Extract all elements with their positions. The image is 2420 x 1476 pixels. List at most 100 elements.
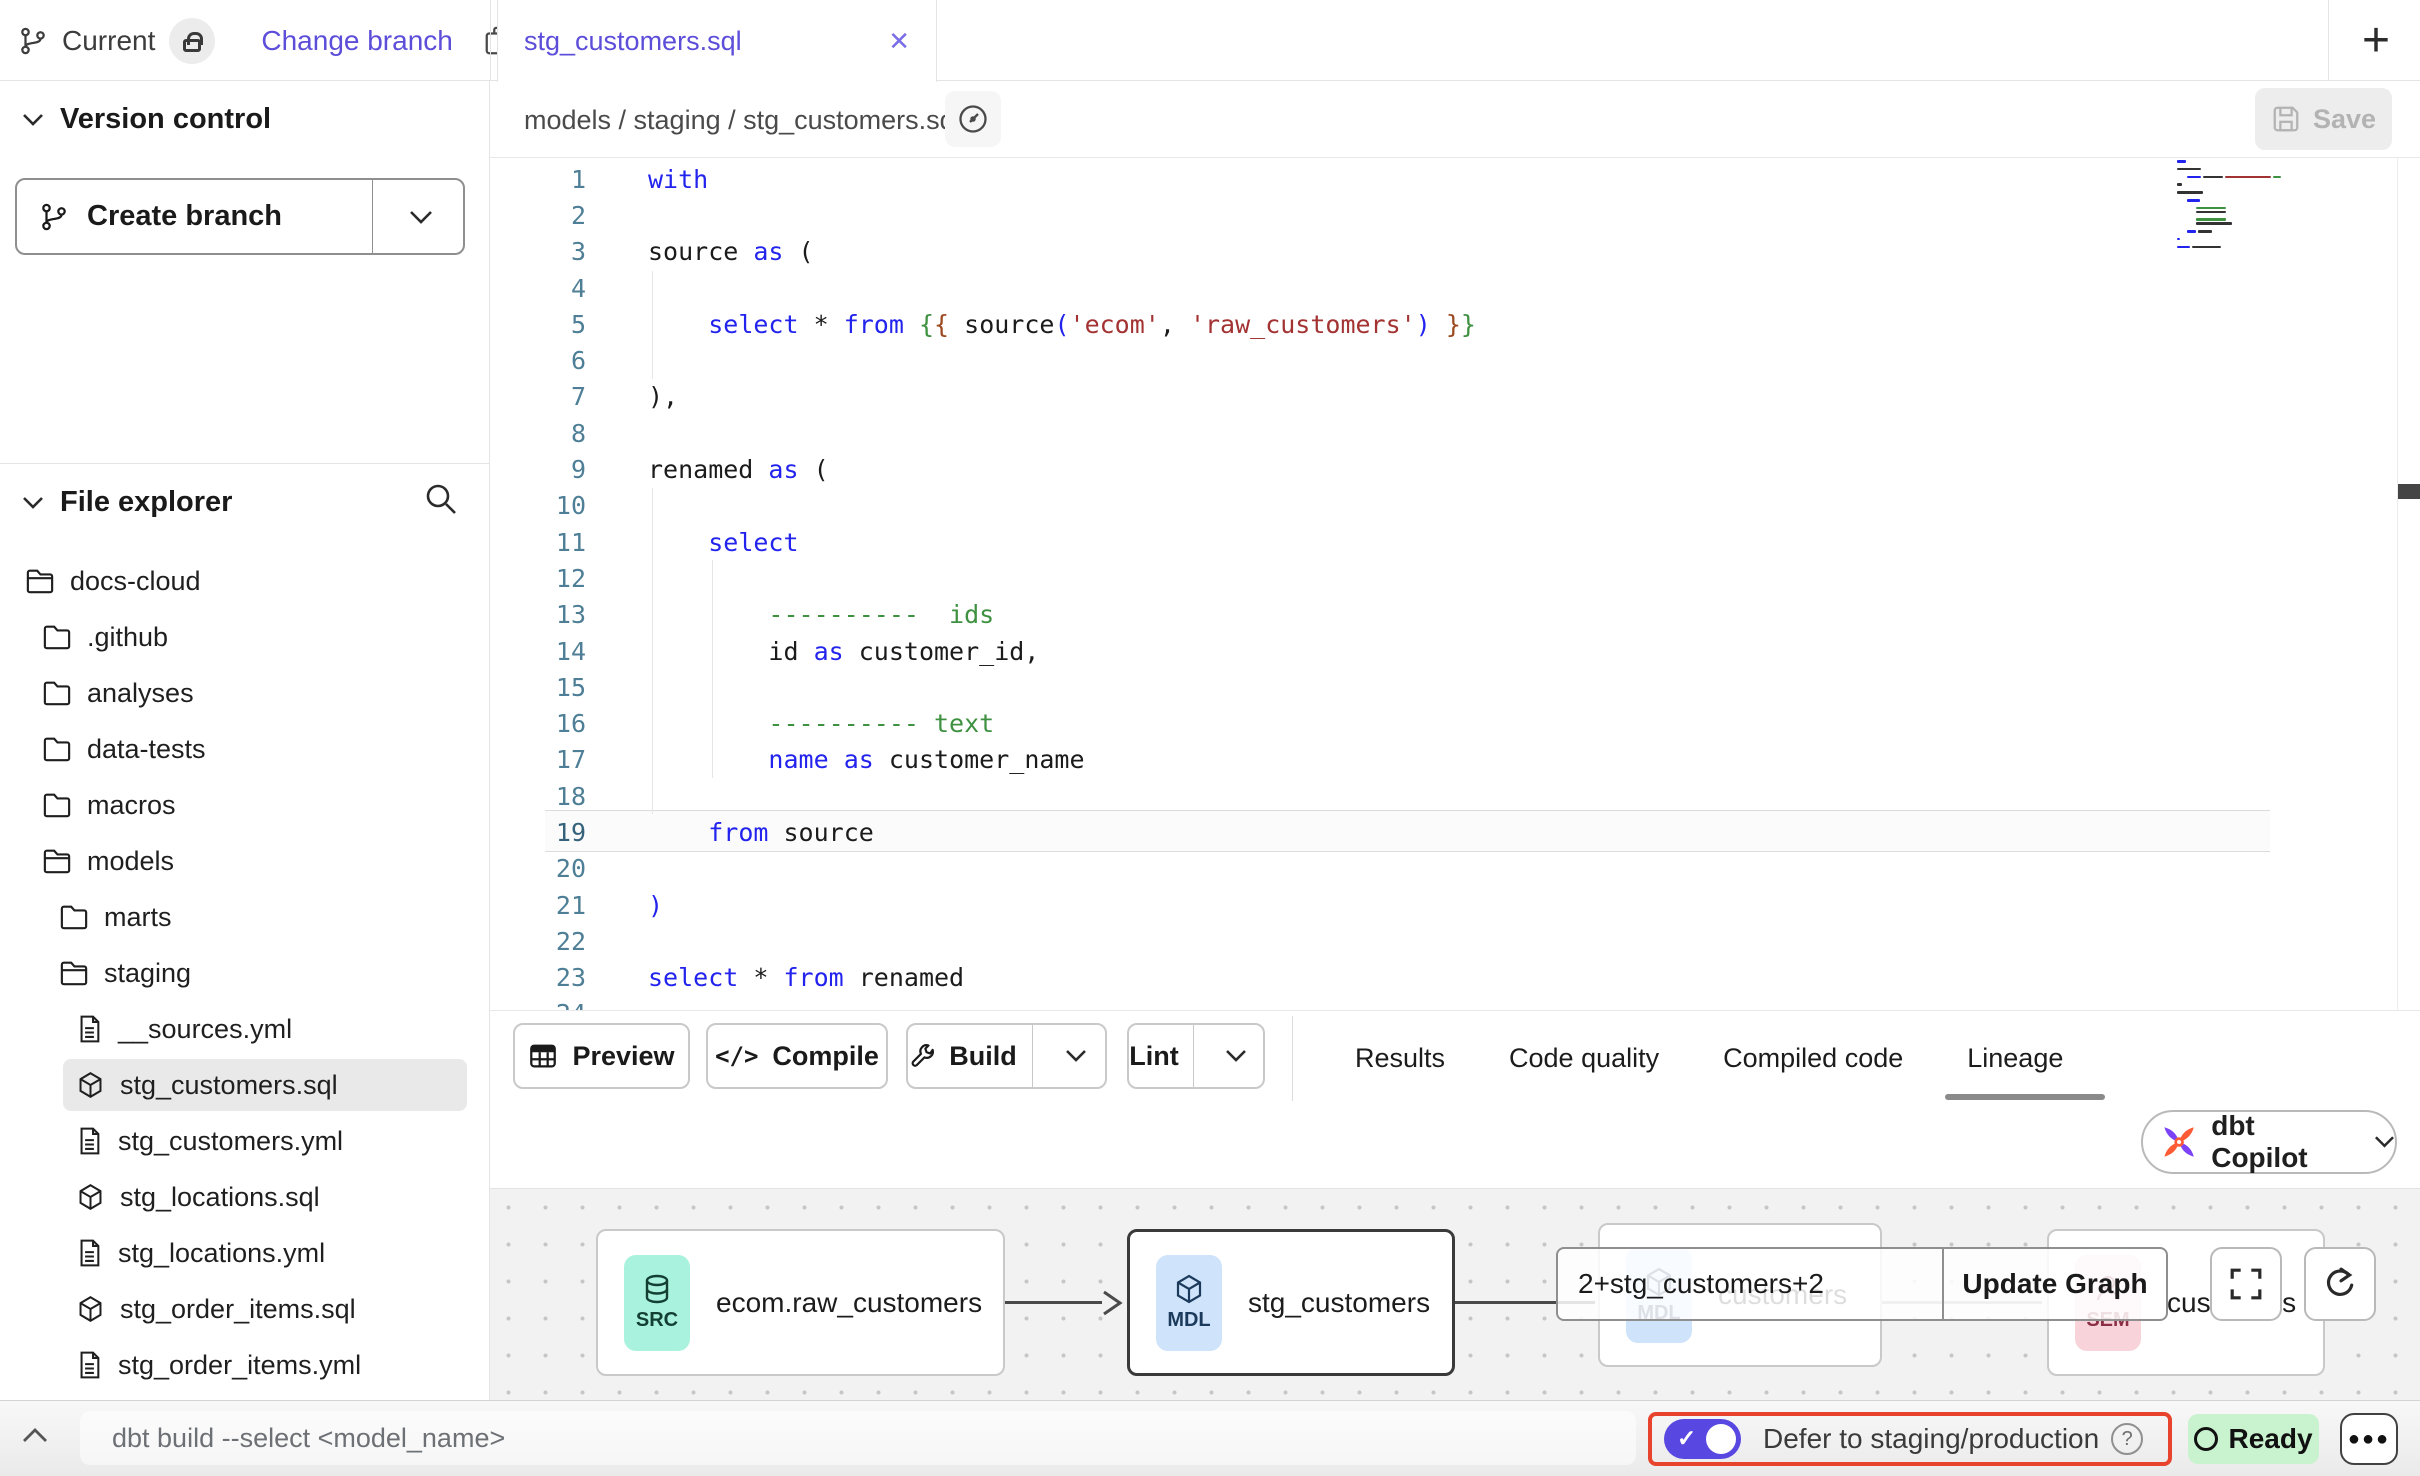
defer-label: Defer to staging/production [1763,1423,2099,1455]
code-line-7[interactable]: 7), [490,379,2420,415]
defer-toggle[interactable]: ✓ [1664,1419,1741,1459]
lineage-canvas[interactable]: SRC ecom.raw_customers MDL stg_customers… [490,1188,2420,1400]
tab-compiled-code[interactable]: Compiled code [1723,1043,1903,1074]
tree-item-stg-order-items-yml[interactable]: stg_order_items.yml [0,1337,490,1393]
code-text: name as customer_name [648,745,1085,774]
code-line-15[interactable]: 15 [490,669,2420,705]
dbt-cloud-ide: Current Change branch stg_customers.sql … [0,0,2420,1476]
tree-item-stg-customers-yml[interactable]: stg_customers.yml [0,1113,490,1169]
split-divider [1032,1025,1033,1087]
code-line-21[interactable]: 21) [490,887,2420,923]
code-line-2[interactable]: 2 [490,197,2420,233]
code-line-9[interactable]: 9renamed as ( [490,451,2420,487]
tree-item-label: stg_locations.sql [120,1182,320,1213]
refresh-button[interactable] [2304,1247,2376,1321]
code-text: ---------- ids [648,600,994,629]
lint-button[interactable]: Lint [1129,1025,1179,1087]
search-icon[interactable] [423,481,459,517]
code-line-14[interactable]: 14 id as customer_id, [490,633,2420,669]
chevron-down-icon [2374,1135,2395,1149]
command-input[interactable] [80,1411,1636,1465]
build-button[interactable]: Build [908,1025,1018,1087]
code-line-5[interactable]: 5 select * from {{ source('ecom', 'raw_c… [490,306,2420,342]
chevron-down-icon[interactable] [409,210,433,225]
code-line-11[interactable]: 11 select [490,524,2420,560]
chevron-up-icon[interactable] [22,1427,48,1443]
code-line-18[interactable]: 18 [490,778,2420,814]
tree-item-stg-order-items-sql[interactable]: stg_order_items.sql [0,1281,490,1337]
version-control-header[interactable]: Version control [0,103,489,136]
minimap[interactable] [2177,160,2387,249]
code-line-1[interactable]: 1with [490,161,2420,197]
refresh-icon [2323,1267,2357,1301]
change-branch-link[interactable]: Change branch [261,25,452,57]
code-line-17[interactable]: 17 name as customer_name [490,742,2420,778]
tree-item-staging[interactable]: staging [0,945,490,1001]
file-health-button[interactable] [945,91,1001,147]
dbt-copilot-label: dbt Copilot [2211,1110,2352,1174]
tree-item-analyses[interactable]: analyses [0,665,490,721]
tree-item-docs-cloud[interactable]: docs-cloud [0,553,490,609]
code-line-10[interactable]: 10 [490,488,2420,524]
code-line-23[interactable]: 23select * from renamed [490,960,2420,996]
line-number: 22 [490,927,602,956]
code-line-3[interactable]: 3source as ( [490,234,2420,270]
tab-results[interactable]: Results [1355,1043,1445,1074]
new-tab-button[interactable]: + [2350,7,2402,73]
tree-item-label: docs-cloud [70,566,201,597]
compile-button[interactable]: </> Compile [706,1023,888,1089]
active-tab-underline [1945,1094,2105,1100]
file-explorer-header[interactable]: File explorer [0,486,489,519]
toolbar-divider [1292,1016,1293,1101]
folder-open-icon [59,959,89,987]
tree-item-data-tests[interactable]: data-tests [0,721,490,777]
code-line-22[interactable]: 22 [490,923,2420,959]
minimap-line [2177,191,2387,194]
code-line-13[interactable]: 13 ---------- ids [490,597,2420,633]
line-number: 14 [490,637,602,666]
model-badge: MDL [1156,1255,1222,1351]
code-line-24[interactable]: 24 [490,996,2420,1010]
update-graph-button[interactable]: Update Graph [1944,1249,2166,1319]
code-text: renamed as ( [648,455,829,484]
code-line-8[interactable]: 8 [490,415,2420,451]
tree-item-models[interactable]: models [0,833,490,889]
code-line-16[interactable]: 16 ---------- text [490,705,2420,741]
code-line-19[interactable]: 19 from source [490,814,2420,850]
branch-icon [39,202,69,232]
preview-button[interactable]: Preview [513,1023,690,1089]
fullscreen-button[interactable] [2210,1247,2282,1321]
code-line-12[interactable]: 12 [490,560,2420,596]
code-line-4[interactable]: 4 [490,270,2420,306]
tree-item--sources-yml[interactable]: __sources.yml [0,1001,490,1057]
tree-item-marts[interactable]: marts [0,889,490,945]
code-editor[interactable]: 1with23source as (45 select * from {{ so… [490,158,2420,1010]
create-branch-button[interactable]: Create branch [15,178,465,255]
tree-item-label: macros [87,790,176,821]
help-icon[interactable]: ? [2111,1423,2143,1455]
tree-item-stg-locations-yml[interactable]: stg_locations.yml [0,1225,490,1281]
editor-tab-stg-customers[interactable]: stg_customers.sql ✕ [497,0,937,82]
tree-item-stg-locations-sql[interactable]: stg_locations.sql [0,1169,490,1225]
lineage-selector-input[interactable]: 2+stg_customers+2 [1558,1249,1944,1319]
tab-lineage[interactable]: Lineage [1967,1043,2063,1074]
lock-icon [183,39,201,52]
more-options-button[interactable]: ●●● [2340,1413,2398,1465]
tab-code-quality[interactable]: Code quality [1509,1043,1659,1074]
tree-item-macros[interactable]: macros [0,777,490,833]
code-line-20[interactable]: 20 [490,851,2420,887]
tree-item-stg-customers-sql[interactable]: stg_customers.sql [0,1057,490,1113]
node-label: ecom.raw_customers [716,1287,982,1319]
tab-close-icon[interactable]: ✕ [888,26,910,57]
build-dropdown[interactable] [1047,1025,1105,1087]
tree-item--github[interactable]: .github [0,609,490,665]
lineage-node-stg-customers[interactable]: MDL stg_customers [1127,1229,1455,1376]
code-line-6[interactable]: 6 [490,342,2420,378]
line-number: 19 [490,818,602,847]
folder-icon [42,791,72,819]
copilot-row: dbt Copilot [490,1105,2420,1188]
save-button[interactable]: Save [2255,88,2392,150]
dbt-copilot-button[interactable]: dbt Copilot [2141,1110,2397,1174]
lineage-node-source[interactable]: SRC ecom.raw_customers [596,1229,1005,1376]
lint-dropdown[interactable] [1208,1025,1263,1087]
